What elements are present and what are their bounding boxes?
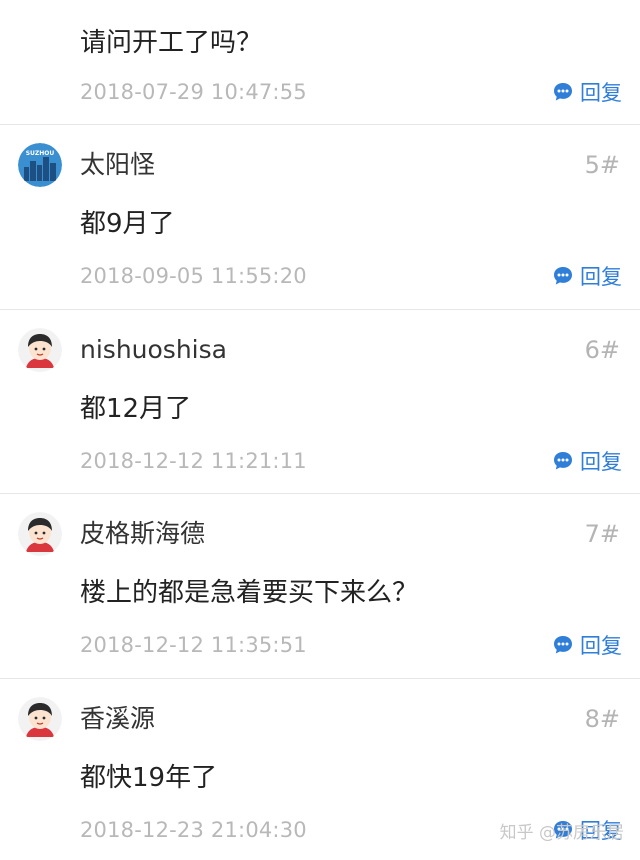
reply-label: 回复	[580, 81, 622, 105]
avatar[interactable]	[18, 328, 62, 372]
floor-number: 8#	[584, 705, 620, 733]
comment-time: 2018-12-12 11:21:11	[80, 449, 307, 473]
comment-bubble-icon	[554, 267, 572, 285]
comment-time: 2018-12-12 11:35:51	[80, 633, 307, 657]
comment-bubble-icon	[554, 452, 572, 470]
reply-label: 回复	[580, 634, 622, 658]
reply-button[interactable]: 回复	[552, 78, 622, 106]
reply-button[interactable]: 回复	[552, 447, 622, 475]
comment-content: 请问开工了吗？	[80, 28, 263, 58]
comment-bubble-icon	[554, 83, 572, 101]
avatar-text: SUZHOU	[26, 150, 55, 157]
reply-label: 回复	[580, 450, 622, 474]
avatar[interactable]	[18, 512, 62, 556]
comment-item: 请问开工了吗？ 2018-07-29 10:47:55 回复	[0, 0, 640, 125]
comment-bubble-icon	[554, 636, 572, 654]
reply-button[interactable]: 回复	[552, 631, 622, 659]
comment-item: 皮格斯海德 7# 楼上的都是急着要买下来么？ 2018-12-12 11:35:…	[0, 494, 640, 679]
default-boy-avatar-icon	[18, 697, 62, 741]
comment-content: 楼上的都是急着要买下来么？	[80, 578, 419, 608]
comment-author[interactable]: 香溪源	[80, 703, 155, 735]
suzhou-skyline-avatar-icon: SUZHOU	[18, 143, 62, 187]
comment-author[interactable]: 太阳怪	[80, 149, 155, 181]
comment-content: 都快19年了	[80, 763, 218, 793]
comment-time: 2018-07-29 10:47:55	[80, 80, 307, 104]
comment-author[interactable]: nishuoshisa	[80, 334, 227, 366]
comment-list: 请问开工了吗？ 2018-07-29 10:47:55 回复 SUZHOU 太阳…	[0, 0, 640, 860]
comment-content: 都9月了	[80, 209, 175, 239]
reply-label: 回复	[580, 265, 622, 289]
comment-item: SUZHOU 太阳怪 5# 都9月了 2018-09-05 11:55:20 回…	[0, 125, 640, 310]
comment-author[interactable]: 皮格斯海德	[80, 518, 205, 550]
default-boy-avatar-icon	[18, 512, 62, 556]
comment-content: 都12月了	[80, 394, 192, 424]
default-boy-avatar-icon	[18, 328, 62, 372]
reply-button[interactable]: 回复	[552, 262, 622, 290]
avatar[interactable]	[18, 697, 62, 741]
comment-time: 2018-09-05 11:55:20	[80, 264, 307, 288]
floor-number: 7#	[584, 520, 620, 548]
comment-time: 2018-12-23 21:04:30	[80, 818, 307, 842]
avatar[interactable]: SUZHOU	[18, 143, 62, 187]
comment-item: nishuoshisa 6# 都12月了 2018-12-12 11:21:11…	[0, 310, 640, 494]
floor-number: 6#	[584, 336, 620, 364]
floor-number: 5#	[584, 151, 620, 179]
watermark: 知乎 @苏房乐居	[499, 823, 624, 843]
